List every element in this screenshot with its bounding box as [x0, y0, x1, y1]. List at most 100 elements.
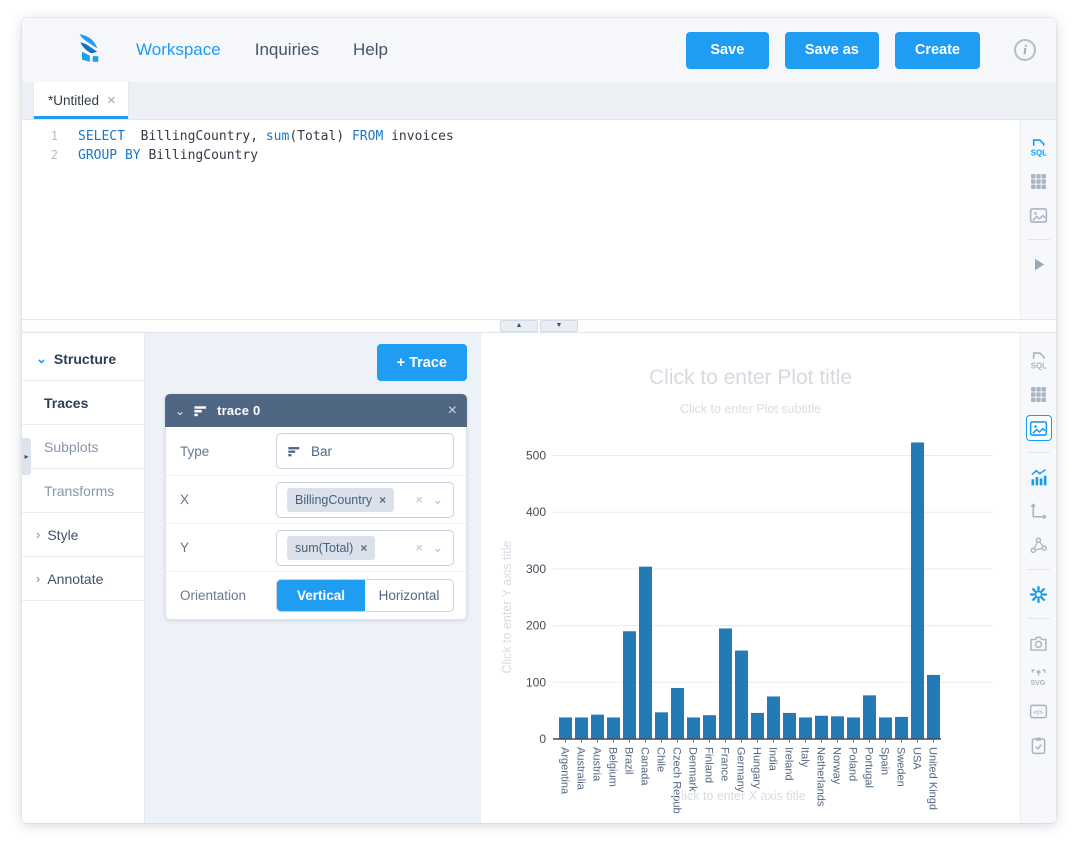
rail-divider: [1028, 452, 1050, 453]
sidebar-item-style[interactable]: › Style: [22, 513, 144, 557]
line-number: 2: [22, 146, 78, 165]
graph-links-icon[interactable]: [1026, 532, 1052, 558]
svg-text:Germany: Germany: [735, 747, 747, 793]
add-trace-button[interactable]: + Trace: [377, 344, 467, 381]
orientation-vertical-option[interactable]: Vertical: [277, 580, 365, 611]
plot-title-placeholder[interactable]: Click to enter Plot title: [481, 366, 1020, 390]
trace-card-header[interactable]: ⌄ trace 0 ×: [165, 394, 467, 427]
chevron-right-icon: ›: [36, 571, 40, 586]
sql-view-icon[interactable]: [1026, 134, 1052, 160]
svg-export-icon[interactable]: [1026, 664, 1052, 690]
info-icon[interactable]: i: [1014, 39, 1036, 61]
svg-text:Hungary: Hungary: [751, 747, 763, 789]
nav-link-inquiries[interactable]: Inquiries: [255, 40, 319, 60]
svg-text:Australia: Australia: [575, 747, 587, 791]
x-column-chip: BillingCountry ×: [287, 488, 394, 512]
sql-view-icon[interactable]: [1026, 347, 1052, 373]
sidebar-item-structure[interactable]: ⌄ Structure: [22, 337, 144, 381]
active-tab-underline: [34, 116, 128, 119]
chevron-down-icon: ⌄: [175, 404, 185, 418]
bar-chart-svg: 0100200300400500ArgentinaAustraliaAustri…: [481, 422, 1020, 823]
nav-links: Workspace Inquiries Help: [136, 40, 388, 60]
save-button[interactable]: Save: [686, 32, 769, 69]
save-as-button[interactable]: Save as: [785, 32, 879, 69]
tab-close-icon[interactable]: ×: [107, 92, 116, 109]
trace-type-value: Bar: [311, 444, 332, 459]
trace-x-row: X BillingCountry × × ⌄: [166, 475, 466, 523]
dropdown-caret-icon[interactable]: ⌄: [432, 540, 443, 556]
rail-divider: [1028, 239, 1050, 240]
bar-chart[interactable]: 0100200300400500ArgentinaAustraliaAustri…: [481, 422, 1020, 823]
svg-text:Italy: Italy: [799, 747, 811, 768]
plot-subtitle-placeholder[interactable]: Click to enter Plot subtitle: [481, 402, 1020, 416]
svg-text:United Kingd: United Kingd: [927, 747, 939, 810]
settings-gear-icon[interactable]: [1026, 581, 1052, 607]
trace-orientation-row: Orientation Vertical Horizontal: [166, 571, 466, 619]
top-navbar: Workspace Inquiries Help Save Save as Cr…: [22, 18, 1056, 82]
orientation-horizontal-option[interactable]: Horizontal: [365, 580, 453, 611]
bar-trace-icon: [193, 403, 209, 419]
code-line: 1 SELECT BillingCountry, sum(Total) FROM…: [22, 127, 1020, 146]
type-label: Type: [180, 444, 276, 459]
sidebar-item-subplots[interactable]: Subplots: [22, 425, 144, 469]
orientation-label: Orientation: [180, 588, 276, 603]
trace-close-icon[interactable]: ×: [448, 402, 457, 420]
bar-type-icon: [287, 444, 302, 459]
nav-actions: Save Save as Create i: [686, 32, 1036, 69]
nav-link-workspace[interactable]: Workspace: [136, 40, 221, 60]
svg-text:Canada: Canada: [639, 747, 651, 786]
clipboard-copy-icon[interactable]: [1026, 732, 1052, 758]
clear-selection-icon[interactable]: ×: [416, 540, 424, 555]
remove-chip-icon[interactable]: ×: [379, 493, 386, 507]
svg-text:Czech Repub: Czech Repub: [671, 747, 683, 814]
splitter-down-button[interactable]: ▼: [540, 320, 578, 332]
svg-text:France: France: [719, 747, 731, 781]
create-button[interactable]: Create: [895, 32, 980, 69]
y-column-select[interactable]: sum(Total) × × ⌄: [276, 530, 454, 566]
chart-view-icon[interactable]: [1026, 415, 1052, 441]
svg-text:Spain: Spain: [879, 747, 891, 775]
remove-chip-icon[interactable]: ×: [360, 541, 367, 555]
rail-divider: [1028, 618, 1050, 619]
orientation-toggle: Vertical Horizontal: [276, 579, 454, 612]
chart-type-icon[interactable]: [1026, 464, 1052, 490]
tab-label: *Untitled: [48, 93, 99, 108]
sidebar-item-annotate[interactable]: › Annotate: [22, 557, 144, 601]
x-column-select[interactable]: BillingCountry × × ⌄: [276, 482, 454, 518]
run-query-icon[interactable]: [1026, 251, 1052, 277]
y-column-chip: sum(Total) ×: [287, 536, 375, 560]
plot-editor-sidebar: ⌄ Structure Traces Subplots Transforms ›…: [22, 333, 145, 823]
editor-tab-bar: *Untitled ×: [22, 82, 1056, 120]
plot-preview-panel: Click to enter Plot title Click to enter…: [481, 333, 1020, 823]
rail-divider: [1028, 569, 1050, 570]
svg-text:Norway: Norway: [831, 747, 843, 785]
svg-text:200: 200: [526, 619, 546, 633]
x-axis-title-placeholder: Click to enter X axis title: [672, 789, 805, 803]
svg-text:USA: USA: [911, 747, 923, 770]
dropdown-caret-icon[interactable]: ⌄: [432, 492, 443, 508]
camera-export-icon[interactable]: [1026, 630, 1052, 656]
x-label: X: [180, 492, 276, 507]
table-view-icon[interactable]: [1026, 168, 1052, 194]
svg-text:Netherlands: Netherlands: [815, 747, 827, 807]
sql-code-editor[interactable]: 1 SELECT BillingCountry, sum(Total) FROM…: [22, 120, 1020, 319]
sidebar-item-transforms[interactable]: Transforms: [22, 469, 144, 513]
trace-type-row: Type Bar: [166, 427, 466, 475]
svg-text:100: 100: [526, 675, 546, 689]
nav-link-help[interactable]: Help: [353, 40, 388, 60]
trace-type-select[interactable]: Bar: [276, 433, 454, 469]
image-view-icon[interactable]: [1026, 202, 1052, 228]
trace-config-panel: + Trace ⌄ trace 0 × Type Bar: [145, 333, 481, 823]
axes-icon[interactable]: [1026, 498, 1052, 524]
svg-text:0: 0: [539, 732, 546, 746]
y-axis-title-placeholder: Click to enter Y axis title: [500, 540, 514, 673]
code-export-icon[interactable]: [1026, 698, 1052, 724]
pane-splitter[interactable]: ▲ ▼: [22, 320, 1056, 333]
sidebar-item-traces[interactable]: Traces: [22, 381, 144, 425]
sidebar-collapse-handle[interactable]: ▸: [22, 438, 31, 475]
splitter-up-button[interactable]: ▲: [500, 320, 538, 332]
clear-selection-icon[interactable]: ×: [416, 492, 424, 507]
chevron-down-icon: ⌄: [36, 351, 47, 367]
table-view-icon[interactable]: [1026, 381, 1052, 407]
tab-untitled[interactable]: *Untitled ×: [33, 82, 129, 119]
